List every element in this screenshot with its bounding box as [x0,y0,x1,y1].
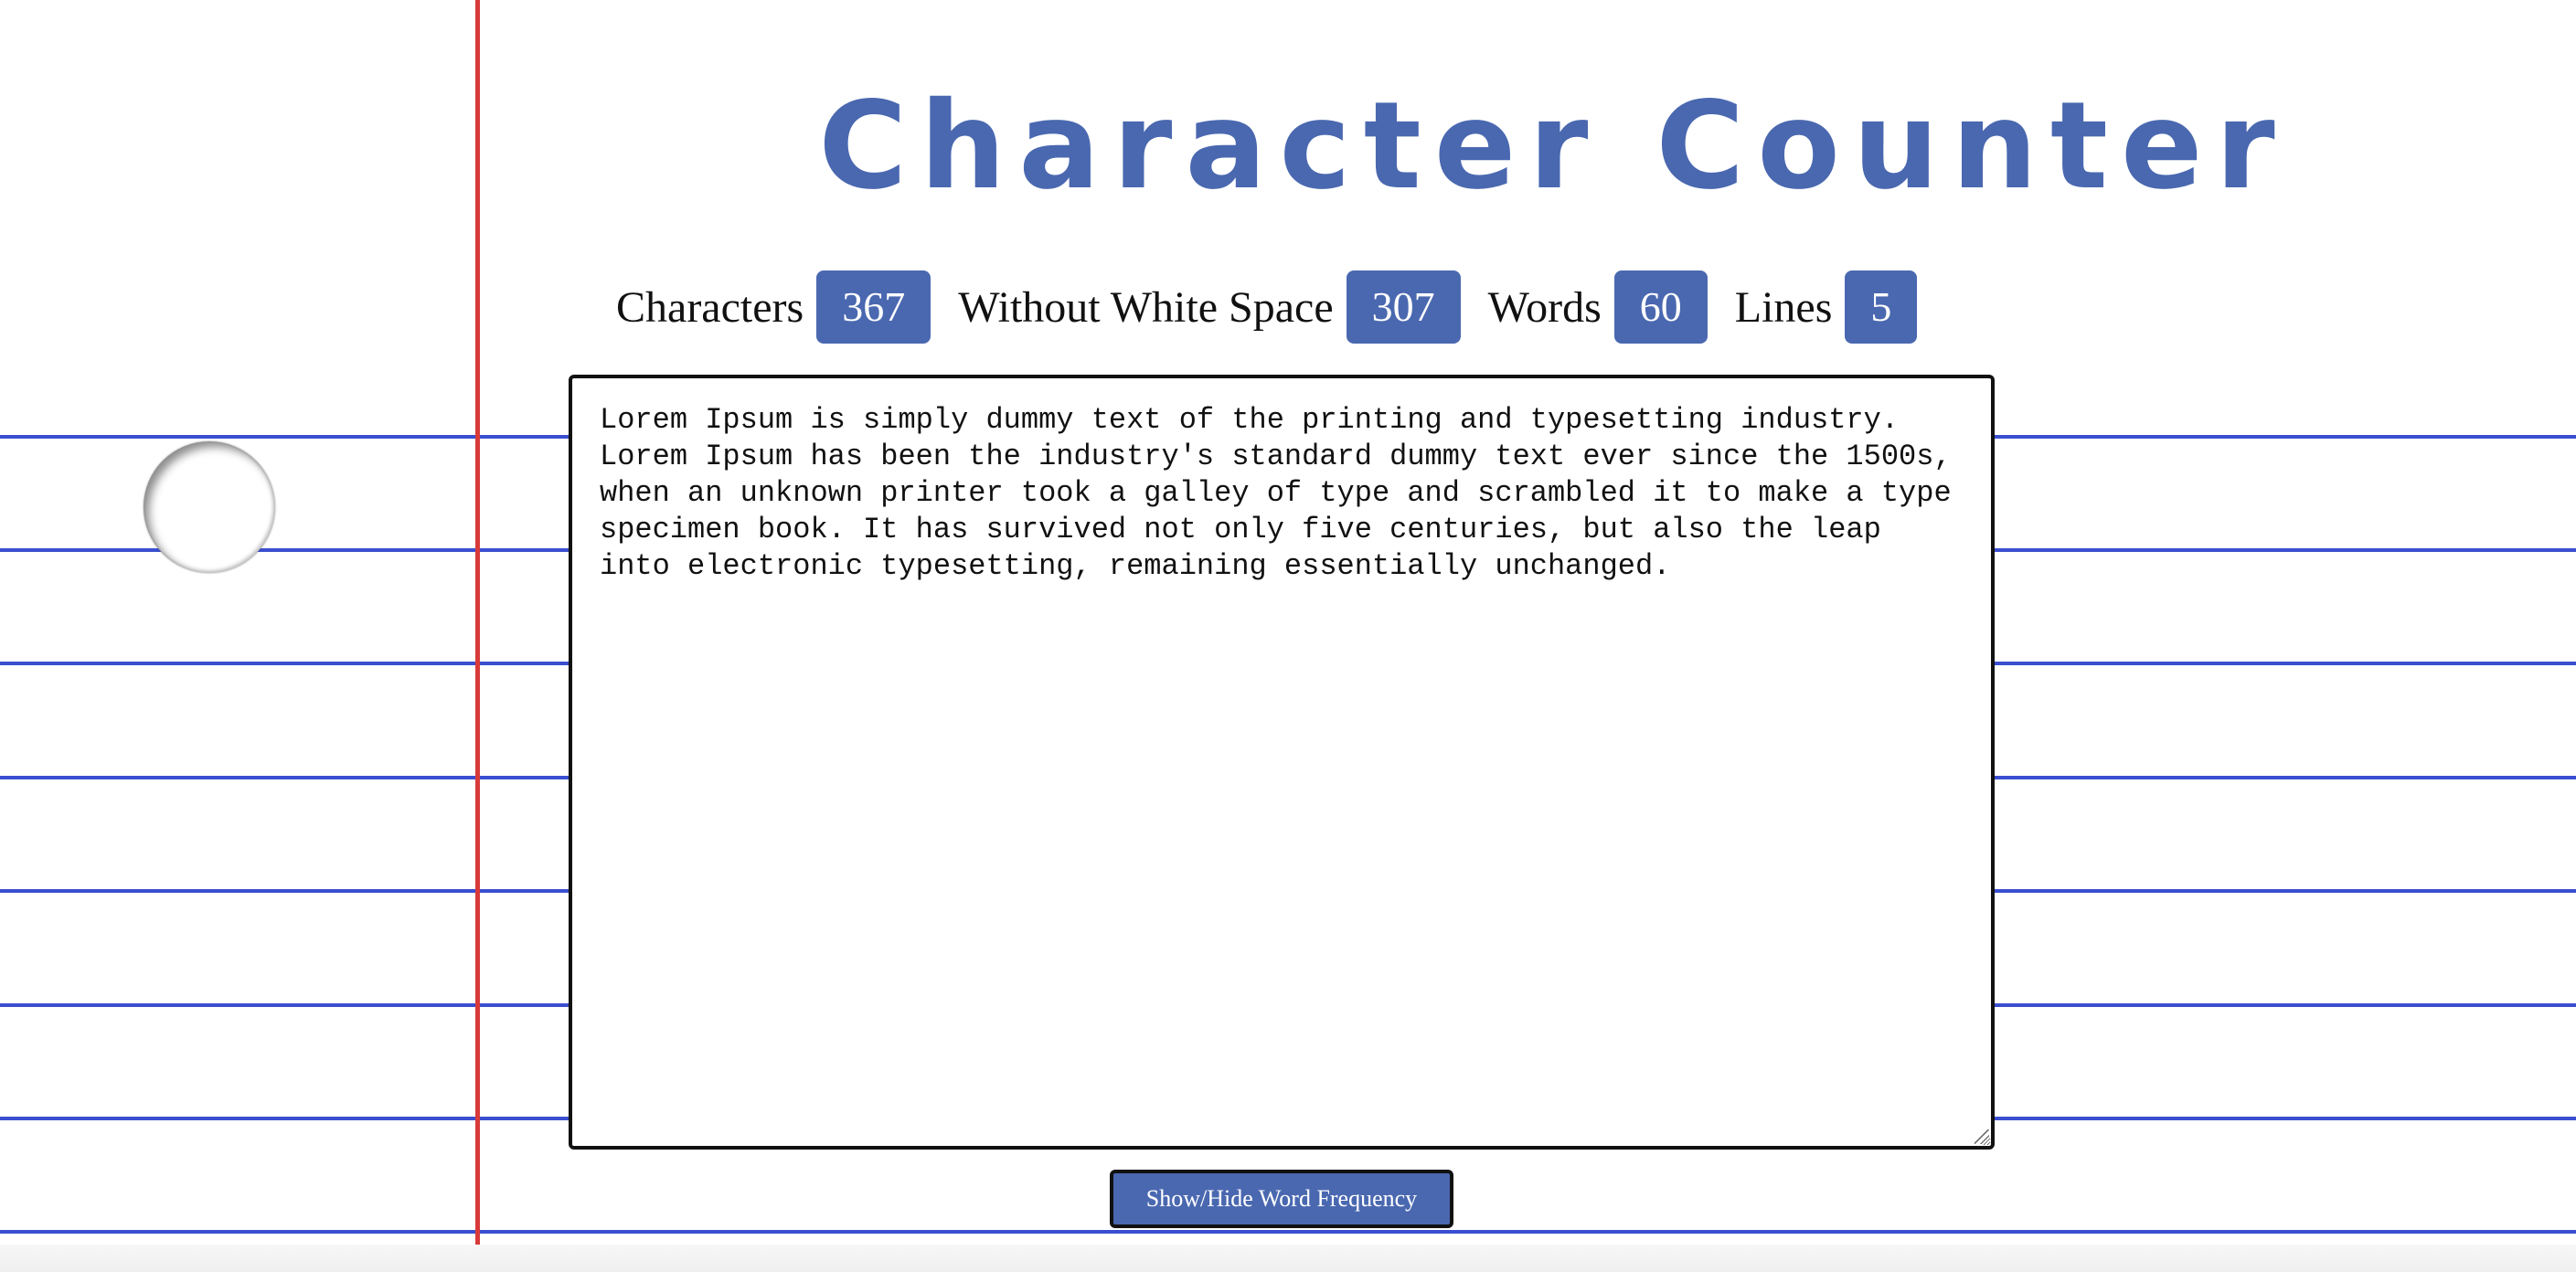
paper-rule-line [0,1230,2576,1234]
lines-count-badge: 5 [1845,270,1918,344]
text-input-area[interactable]: Lorem Ipsum is simply dummy text of the … [569,375,1995,1150]
stats-bar: Characters 367 Without White Space 307 W… [616,270,1918,344]
words-label: Words [1487,282,1602,332]
without-white-space-label: Without White Space [958,282,1334,332]
lines-label: Lines [1734,282,1833,332]
binder-hole [144,441,275,573]
page-bottom-shade [0,1245,2576,1272]
page-title: Character Counter [818,76,2288,217]
characters-label: Characters [616,282,804,332]
characters-count-badge: 367 [816,270,931,344]
toggle-word-frequency-button[interactable]: Show/Hide Word Frequency [1110,1170,1453,1228]
resize-handle-icon[interactable] [1975,1129,1989,1144]
words-count-badge: 60 [1613,270,1708,344]
without-white-space-count-badge: 307 [1346,270,1461,344]
